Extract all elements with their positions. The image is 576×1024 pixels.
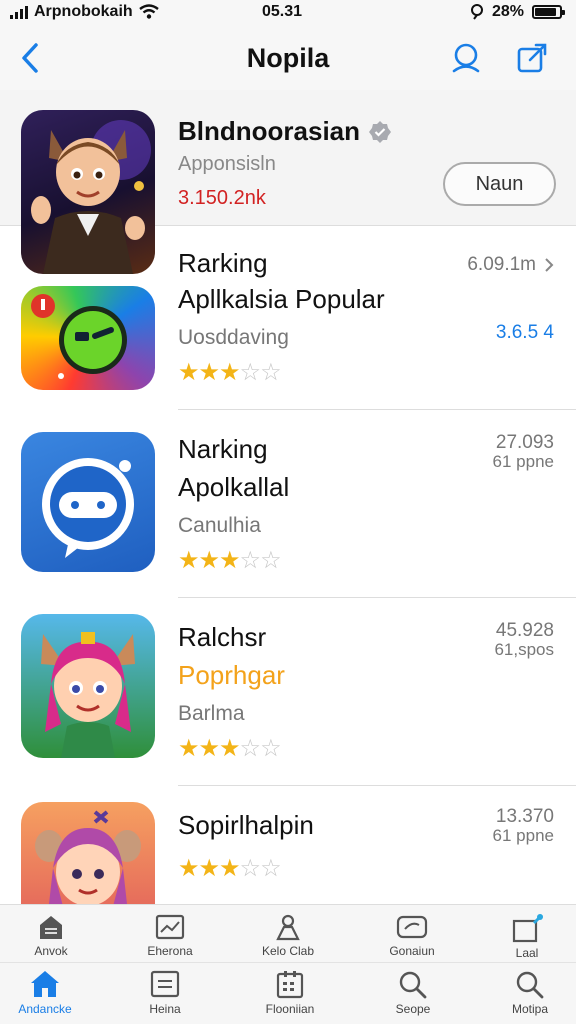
star-rating: ★★★☆☆: [178, 358, 282, 387]
list-item[interactable]: Narking Apolkallal Canulhia ★★★☆☆ 27.093…: [0, 410, 576, 598]
star-icon: ★: [198, 855, 220, 882]
star-icon: ★: [198, 735, 220, 762]
tab-kelo-clab[interactable]: Kelo Clab: [233, 913, 343, 958]
page-title: Nopila: [246, 43, 330, 73]
photo-icon: [155, 914, 185, 940]
apps-icon: [150, 970, 180, 998]
star-icon: ★: [178, 855, 199, 882]
list-item[interactable]: Rarking Apllkalsia Popular Uosddaving ★★…: [0, 240, 576, 410]
home-icon: [31, 971, 59, 997]
star-icon: ★: [178, 735, 199, 762]
item-meta-secondary: 61 ppne: [492, 826, 554, 845]
item-meta: 6.09.1m: [467, 254, 536, 275]
star-rating: ★★★☆☆: [178, 734, 282, 763]
item-meta-secondary: 61 ppne: [492, 452, 554, 471]
item-title: Ralchsr: [178, 622, 267, 652]
secondary-tab-bar: Anvok Eherona Kelo Clab Gonaiun Laal: [0, 904, 576, 962]
account-icon[interactable]: [448, 40, 484, 76]
star-icon: ★: [198, 547, 220, 574]
item-subtitle: Apllkalsia Popular: [178, 284, 385, 314]
star-icon: ☆: [260, 359, 281, 386]
app-icon[interactable]: [21, 614, 155, 758]
list-item[interactable]: Sopirlhalpin ★★★☆☆ 13.370 61 ppne: [0, 786, 576, 904]
status-time: 05.31: [262, 3, 303, 20]
item-title: Rarking: [178, 248, 268, 278]
battery-icon: [532, 5, 565, 19]
star-icon: ★: [219, 735, 240, 762]
star-icon: ☆: [239, 735, 261, 762]
tab-search[interactable]: Seope: [358, 969, 468, 1016]
person-icon: [276, 914, 300, 941]
alarm-icon: [470, 4, 483, 20]
star-icon: ★: [178, 547, 199, 574]
carrier-name: Arpnobokaih: [34, 3, 133, 20]
star-icon: ☆: [239, 855, 261, 882]
wifi-icon: [138, 4, 159, 19]
tab-eherona[interactable]: Eherona: [115, 913, 225, 958]
tab-heina[interactable]: Heina: [110, 969, 220, 1016]
verified-badge-icon: [369, 120, 392, 143]
item-title: Sopirlhalpin: [178, 810, 314, 840]
game-icon: [396, 915, 428, 939]
status-bar: Arpnobokaih 05.31 28%: [0, 0, 576, 28]
featured-app-count: 3.150.2nk: [178, 187, 266, 209]
star-icon: ★: [178, 359, 199, 386]
nav-bar: Nopila: [0, 28, 576, 90]
item-meta: 27.093: [495, 432, 554, 453]
item-subtitle: Apolkallal: [178, 472, 290, 502]
item-category: Uosddaving: [178, 326, 289, 349]
app-screen: Arpnobokaih 05.31 28% Nopila Blndnoorasi…: [0, 0, 576, 1024]
tab-laal[interactable]: Laal: [472, 913, 576, 960]
list-item[interactable]: Ralchsr Poprhgar Barlma ★★★☆☆ 45.928 61,…: [0, 598, 576, 786]
tab-motipa[interactable]: Motipa: [475, 969, 576, 1016]
star-icon: ☆: [260, 735, 281, 762]
get-button[interactable]: Naun: [443, 162, 556, 206]
item-title: Narking: [178, 434, 268, 464]
search-icon: [399, 971, 427, 999]
item-meta-secondary: 61,spos: [494, 640, 554, 659]
item-category: Canulhia: [178, 514, 261, 537]
signal-icon: [10, 5, 28, 19]
app-icon[interactable]: [21, 286, 155, 390]
tab-home[interactable]: Andancke: [0, 969, 100, 1016]
item-meta: 13.370: [495, 806, 554, 827]
calendar-icon: [276, 971, 304, 999]
app-icon[interactable]: [21, 802, 155, 904]
star-icon: ★: [219, 855, 240, 882]
tab-flooniian[interactable]: Flooniian: [235, 969, 345, 1016]
item-category: Barlma: [178, 702, 245, 725]
star-rating: ★★★☆☆: [178, 546, 282, 575]
tab-anvok[interactable]: Anvok: [0, 913, 106, 958]
battery-percent: 28%: [491, 3, 524, 20]
tab-gonaiun[interactable]: Gonaiun: [357, 913, 467, 958]
main-tab-bar: Andancke Heina Flooniian Seope Motipa: [0, 962, 576, 1024]
star-icon: ☆: [260, 547, 281, 574]
update-icon: [512, 913, 544, 943]
search-icon: [516, 971, 544, 999]
star-icon: ☆: [239, 547, 261, 574]
star-icon: ★: [219, 547, 240, 574]
star-icon: ★: [219, 359, 240, 386]
star-icon: ☆: [239, 359, 261, 386]
star-icon: ★: [198, 359, 220, 386]
star-rating: ★★★☆☆: [178, 854, 282, 883]
featured-app-subtitle: Apponsisln: [178, 153, 276, 175]
item-price: 3.6.5 4: [495, 322, 554, 343]
star-icon: ☆: [260, 855, 281, 882]
item-subtitle: Poprhgar: [178, 660, 285, 690]
app-icon[interactable]: [21, 432, 155, 572]
featured-app-name: Blndnoorasian: [178, 116, 392, 147]
share-icon[interactable]: [514, 40, 550, 76]
item-meta: 45.928: [495, 620, 554, 641]
chevron-right-icon[interactable]: [544, 257, 554, 273]
store-icon: [40, 916, 62, 939]
featured-app[interactable]: Blndnoorasian Apponsisln 3.150.2nk Naun: [0, 90, 576, 274]
